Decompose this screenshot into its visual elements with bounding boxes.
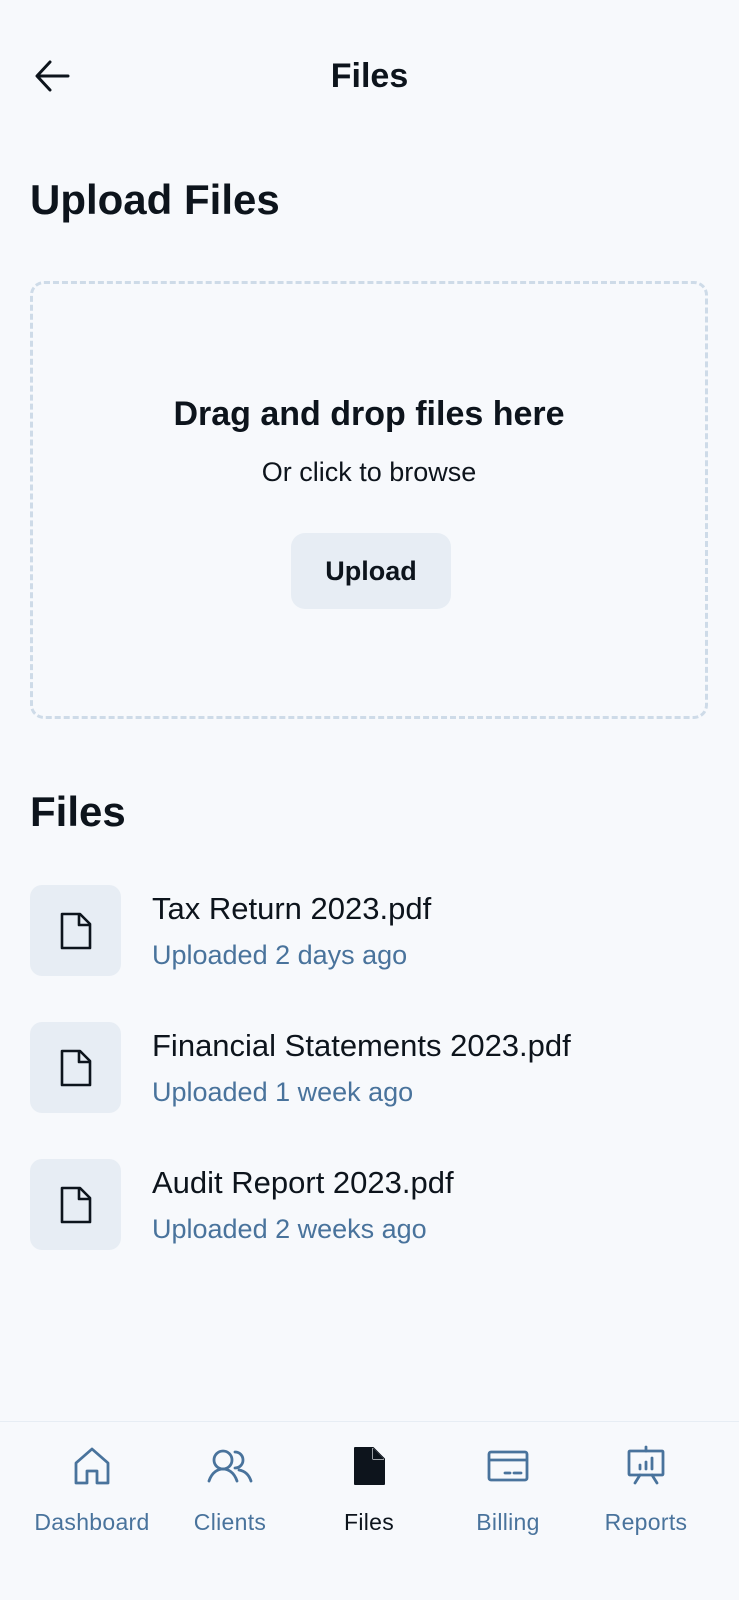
nav-label: Billing — [476, 1509, 540, 1535]
nav-label: Files — [343, 1509, 395, 1535]
nav-item-clients[interactable]: Clients — [161, 1422, 299, 1552]
nav-item-files[interactable]: Files — [300, 1422, 438, 1552]
nav-item-reports[interactable]: Reports — [577, 1422, 715, 1552]
file-icon — [60, 912, 91, 949]
file-name: Financial Statements 2023.pdf — [152, 1028, 571, 1063]
users-icon — [207, 1449, 253, 1483]
file-icon — [60, 1049, 91, 1086]
upload-button[interactable]: Upload — [291, 533, 451, 609]
file-drop-zone[interactable]: Drag and drop files here Or click to bro… — [30, 281, 708, 719]
top-bar: Files — [0, 0, 739, 152]
bottom-navigation: Dashboard Clients Files Billing Reports — [0, 1421, 739, 1600]
nav-label: Dashboard — [34, 1509, 150, 1535]
file-thumbnail — [30, 1022, 121, 1113]
file-filled-icon — [354, 1447, 385, 1485]
files-screen: Files Upload Files Drag and drop files h… — [0, 0, 739, 1600]
file-name: Audit Report 2023.pdf — [152, 1165, 454, 1200]
file-thumbnail — [30, 885, 121, 976]
file-upload-date: Uploaded 2 weeks ago — [152, 1214, 427, 1244]
house-icon — [74, 1447, 110, 1485]
file-list-item[interactable]: Audit Report 2023.pdf Uploaded 2 weeks a… — [30, 1159, 710, 1296]
file-icon — [60, 1186, 91, 1223]
credit-card-icon — [487, 1450, 529, 1482]
file-list-item[interactable]: Tax Return 2023.pdf Uploaded 2 days ago — [30, 885, 710, 1022]
nav-label: Clients — [193, 1509, 267, 1535]
file-name: Tax Return 2023.pdf — [152, 891, 432, 926]
page-title: Files — [330, 57, 409, 95]
file-upload-date: Uploaded 1 week ago — [152, 1077, 414, 1107]
nav-label: Reports — [604, 1509, 688, 1535]
presentation-chart-icon — [627, 1445, 665, 1485]
drop-zone-title: Drag and drop files here — [173, 395, 565, 433]
nav-item-dashboard[interactable]: Dashboard — [23, 1422, 161, 1552]
file-list: Tax Return 2023.pdf Uploaded 2 days ago … — [30, 885, 710, 1296]
upload-files-heading: Upload Files — [30, 176, 280, 223]
file-upload-date: Uploaded 2 days ago — [152, 940, 408, 970]
file-thumbnail — [30, 1159, 121, 1250]
nav-item-billing[interactable]: Billing — [439, 1422, 577, 1552]
file-list-item[interactable]: Financial Statements 2023.pdf Uploaded 1… — [30, 1022, 710, 1159]
drop-zone-subtitle: Or click to browse — [261, 457, 477, 487]
files-heading: Files — [30, 788, 126, 835]
